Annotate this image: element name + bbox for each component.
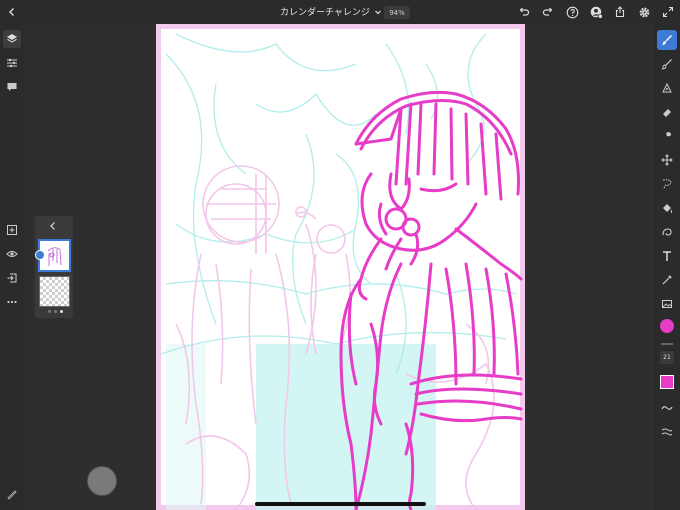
image-tool[interactable] — [657, 294, 677, 314]
fill-icon — [663, 204, 673, 214]
pixel-brush-tool[interactable] — [657, 54, 677, 74]
more-icon — [7, 300, 17, 304]
layers-icon — [7, 34, 17, 43]
document-title-text: カレンダーチャレンジ — [280, 8, 370, 18]
vector-brush-icon — [662, 82, 672, 93]
document-title[interactable]: カレンダーチャレンジ — [280, 5, 382, 18]
undo-icon[interactable] — [515, 3, 533, 21]
paint-brush-icon — [662, 35, 672, 45]
settings-icon[interactable] — [635, 3, 653, 21]
sketch-artwork — [156, 24, 525, 510]
left-toolbar — [0, 24, 24, 510]
paint-brush-tool[interactable] — [657, 30, 677, 50]
layers-button[interactable] — [3, 30, 21, 48]
eraser-icon — [663, 109, 671, 117]
right-toolbar: 21 — [654, 24, 680, 510]
add-layer-icon — [7, 225, 17, 235]
pressure-icon — [661, 428, 673, 436]
transform-icon — [661, 154, 673, 166]
add-layer-button[interactable] — [3, 221, 21, 239]
share-icon[interactable] — [611, 3, 629, 21]
transform-tool[interactable] — [657, 150, 677, 170]
smudge-tool[interactable] — [657, 126, 677, 146]
pressure-button[interactable] — [657, 422, 677, 442]
page-dot — [54, 310, 57, 313]
adjustments-icon — [7, 58, 17, 68]
comments-icon — [7, 83, 17, 91]
stroke-smoothing-icon — [661, 406, 673, 410]
top-bar: カレンダーチャレンジ 94% — [0, 0, 680, 24]
stroke-smoothing-button[interactable] — [657, 398, 677, 418]
zoom-level[interactable]: 94% — [384, 6, 410, 19]
selection-icon — [662, 179, 672, 190]
import-icon — [7, 273, 17, 283]
text-tool[interactable] — [657, 246, 677, 266]
more-button[interactable] — [3, 293, 21, 311]
comments-button[interactable] — [3, 78, 21, 96]
adjustments-button[interactable] — [3, 54, 21, 72]
visibility-button[interactable] — [3, 245, 21, 263]
layer-selection-marker — [35, 250, 45, 260]
selection-tool[interactable] — [657, 174, 677, 194]
help-icon[interactable] — [563, 3, 581, 21]
page-dots — [48, 310, 63, 313]
brush-settings-icon — [7, 490, 17, 500]
page-dot — [48, 310, 51, 313]
image-icon — [662, 300, 672, 308]
chevron-down-icon — [374, 10, 381, 14]
divider — [661, 343, 673, 345]
liquify-icon — [662, 228, 672, 236]
current-color-swatch[interactable] — [660, 375, 674, 389]
profile-icon[interactable] — [587, 3, 605, 21]
eyedropper-tool[interactable] — [657, 270, 677, 290]
brush-settings-button[interactable] — [3, 485, 21, 503]
collapse-panel-button[interactable] — [49, 221, 57, 231]
fill-tool[interactable] — [657, 198, 677, 218]
home-indicator — [255, 502, 426, 506]
drawing-canvas[interactable] — [156, 24, 525, 510]
redo-icon[interactable] — [539, 3, 557, 21]
brush-size[interactable]: 21 — [660, 351, 674, 364]
import-button[interactable] — [3, 269, 21, 287]
fullscreen-icon[interactable] — [659, 3, 677, 21]
layers-panel — [35, 216, 73, 318]
visibility-icon — [6, 251, 18, 257]
vector-brush-tool[interactable] — [657, 78, 677, 98]
pixel-brush-icon — [661, 59, 672, 70]
text-icon — [663, 251, 671, 261]
page-dot-active — [60, 310, 63, 313]
color-picker[interactable] — [660, 319, 674, 333]
eraser-tool[interactable] — [657, 102, 677, 122]
chevron-left-icon — [50, 222, 55, 230]
touch-shortcut-button[interactable] — [87, 466, 117, 496]
eyedropper-icon — [662, 275, 672, 285]
smudge-icon — [664, 132, 671, 141]
layer-thumbnail-empty[interactable] — [39, 276, 70, 307]
liquify-tool[interactable] — [657, 222, 677, 242]
back-icon[interactable] — [3, 3, 21, 21]
